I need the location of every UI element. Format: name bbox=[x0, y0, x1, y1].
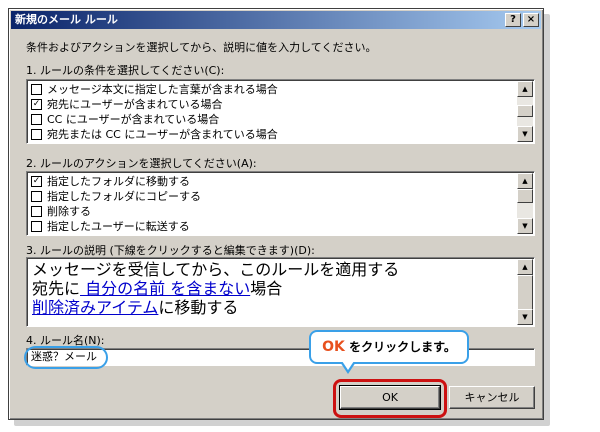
callout-text: をクリックします。 bbox=[349, 340, 456, 354]
rule-name-highlight bbox=[24, 346, 108, 369]
scroll-up-button[interactable]: ▲ bbox=[517, 81, 533, 97]
condition-item-label: 宛先にユーザーが含まれている場合 bbox=[47, 98, 223, 111]
condition-item-label: 宛先または CC にユーザーが含まれている場合 bbox=[47, 128, 278, 141]
checkbox[interactable] bbox=[31, 84, 42, 95]
description-suffix: 場合 bbox=[250, 279, 283, 298]
scroll-up-button[interactable]: ▲ bbox=[517, 259, 533, 275]
condition-item[interactable]: ✓ 宛先にユーザーが含まれている場合 bbox=[31, 97, 514, 112]
description-prefix: 宛先に bbox=[32, 279, 81, 298]
condition-item[interactable]: CC にユーザーが含まれている場合 bbox=[31, 112, 514, 127]
callout-tail-inner bbox=[342, 361, 354, 370]
instruction-callout: OK をクリックします。 bbox=[309, 330, 469, 364]
condition-item-label: メッセージ本文に指定した言葉が含まれる場合 bbox=[47, 83, 278, 96]
description-suffix: に移動する bbox=[158, 298, 239, 317]
scroll-down-button[interactable]: ▼ bbox=[517, 126, 533, 142]
checkbox[interactable]: ✓ bbox=[31, 99, 42, 110]
callout-ok-word: OK bbox=[322, 339, 345, 355]
checkbox[interactable] bbox=[31, 129, 42, 140]
scroll-thumb[interactable] bbox=[517, 275, 533, 311]
actions-scrollbar[interactable]: ▲ ▼ bbox=[517, 173, 533, 234]
conditions-label: 1. ルールの条件を選択してください(C): bbox=[26, 64, 225, 77]
instruction-text: 条件およびアクションを選択してから、説明に値を入力してください。 bbox=[26, 41, 377, 54]
scroll-up-button[interactable]: ▲ bbox=[517, 173, 533, 189]
cancel-button[interactable]: キャンセル bbox=[449, 386, 535, 409]
actions-list[interactable]: ✓ 指定したフォルダに移動する 指定したフォルダにコピーする 削除する指定したユーザー… bbox=[26, 171, 535, 236]
description-line-1: メッセージを受信してから、このルールを適用する bbox=[32, 260, 400, 279]
description-line-3: 削除済みアイテムに移動する bbox=[32, 298, 514, 317]
conditions-list[interactable]: メッセージ本文に指定した言葉が含まれる場合 ✓ 宛先にユーザーが含まれている場合 CC… bbox=[26, 79, 535, 144]
title-bar: 新規のメール ルール ? × bbox=[11, 11, 541, 29]
action-item-label: 削除する bbox=[47, 205, 91, 218]
scroll-thumb[interactable] bbox=[517, 105, 533, 117]
description-scrollbar[interactable]: ▲ ▼ bbox=[517, 259, 533, 325]
action-item[interactable]: 指定したフォルダにコピーする bbox=[31, 189, 514, 204]
action-item-label: 指定したユーザーに転送する bbox=[47, 220, 190, 233]
condition-item[interactable]: メッセージ本文に指定した言葉が含まれる場合 bbox=[31, 82, 514, 97]
action-item[interactable]: 指定したユーザーに転送する bbox=[31, 219, 514, 234]
scroll-down-button[interactable]: ▼ bbox=[517, 309, 533, 325]
scroll-down-button[interactable]: ▼ bbox=[517, 218, 533, 234]
window-title: 新規のメール ルール bbox=[15, 13, 118, 26]
checkbox[interactable] bbox=[31, 221, 42, 232]
new-mail-rule-dialog: 新規のメール ルール ? × 条件およびアクションを選択してから、説明に値を入力… bbox=[8, 8, 544, 420]
checkbox[interactable] bbox=[31, 114, 42, 125]
recipient-link[interactable]: 自分の名前 を含まない bbox=[80, 279, 250, 298]
conditions-scrollbar[interactable]: ▲ ▼ bbox=[517, 81, 533, 142]
description-label: 3. ルールの説明 (下線をクリックすると編集できます)(D): bbox=[26, 244, 315, 257]
checkbox[interactable] bbox=[31, 191, 42, 202]
help-button[interactable]: ? bbox=[505, 13, 521, 27]
ok-button-highlight bbox=[333, 379, 447, 418]
checkbox[interactable]: ✓ bbox=[31, 176, 42, 187]
checkbox[interactable] bbox=[31, 206, 42, 217]
description-line-2: 宛先に 自分の名前 を含まない場合 bbox=[32, 279, 514, 298]
action-item[interactable]: ✓ 指定したフォルダに移動する bbox=[31, 174, 514, 189]
rule-description-box: メッセージを受信してから、このルールを適用する 宛先に 自分の名前 を含まない場… bbox=[26, 257, 535, 327]
action-item-label: 指定したフォルダにコピーする bbox=[47, 190, 201, 203]
action-item-label: 指定したフォルダに移動する bbox=[47, 175, 190, 188]
folder-link[interactable]: 削除済みアイテム bbox=[32, 298, 158, 317]
condition-item-label: CC にユーザーが含まれている場合 bbox=[47, 113, 220, 126]
condition-item[interactable]: 宛先または CC にユーザーが含まれている場合 bbox=[31, 127, 514, 142]
actions-label: 2. ルールのアクションを選択してください(A): bbox=[26, 157, 257, 170]
action-item[interactable]: 削除する bbox=[31, 204, 514, 219]
scroll-thumb[interactable] bbox=[517, 189, 533, 203]
close-button[interactable]: × bbox=[523, 13, 539, 27]
